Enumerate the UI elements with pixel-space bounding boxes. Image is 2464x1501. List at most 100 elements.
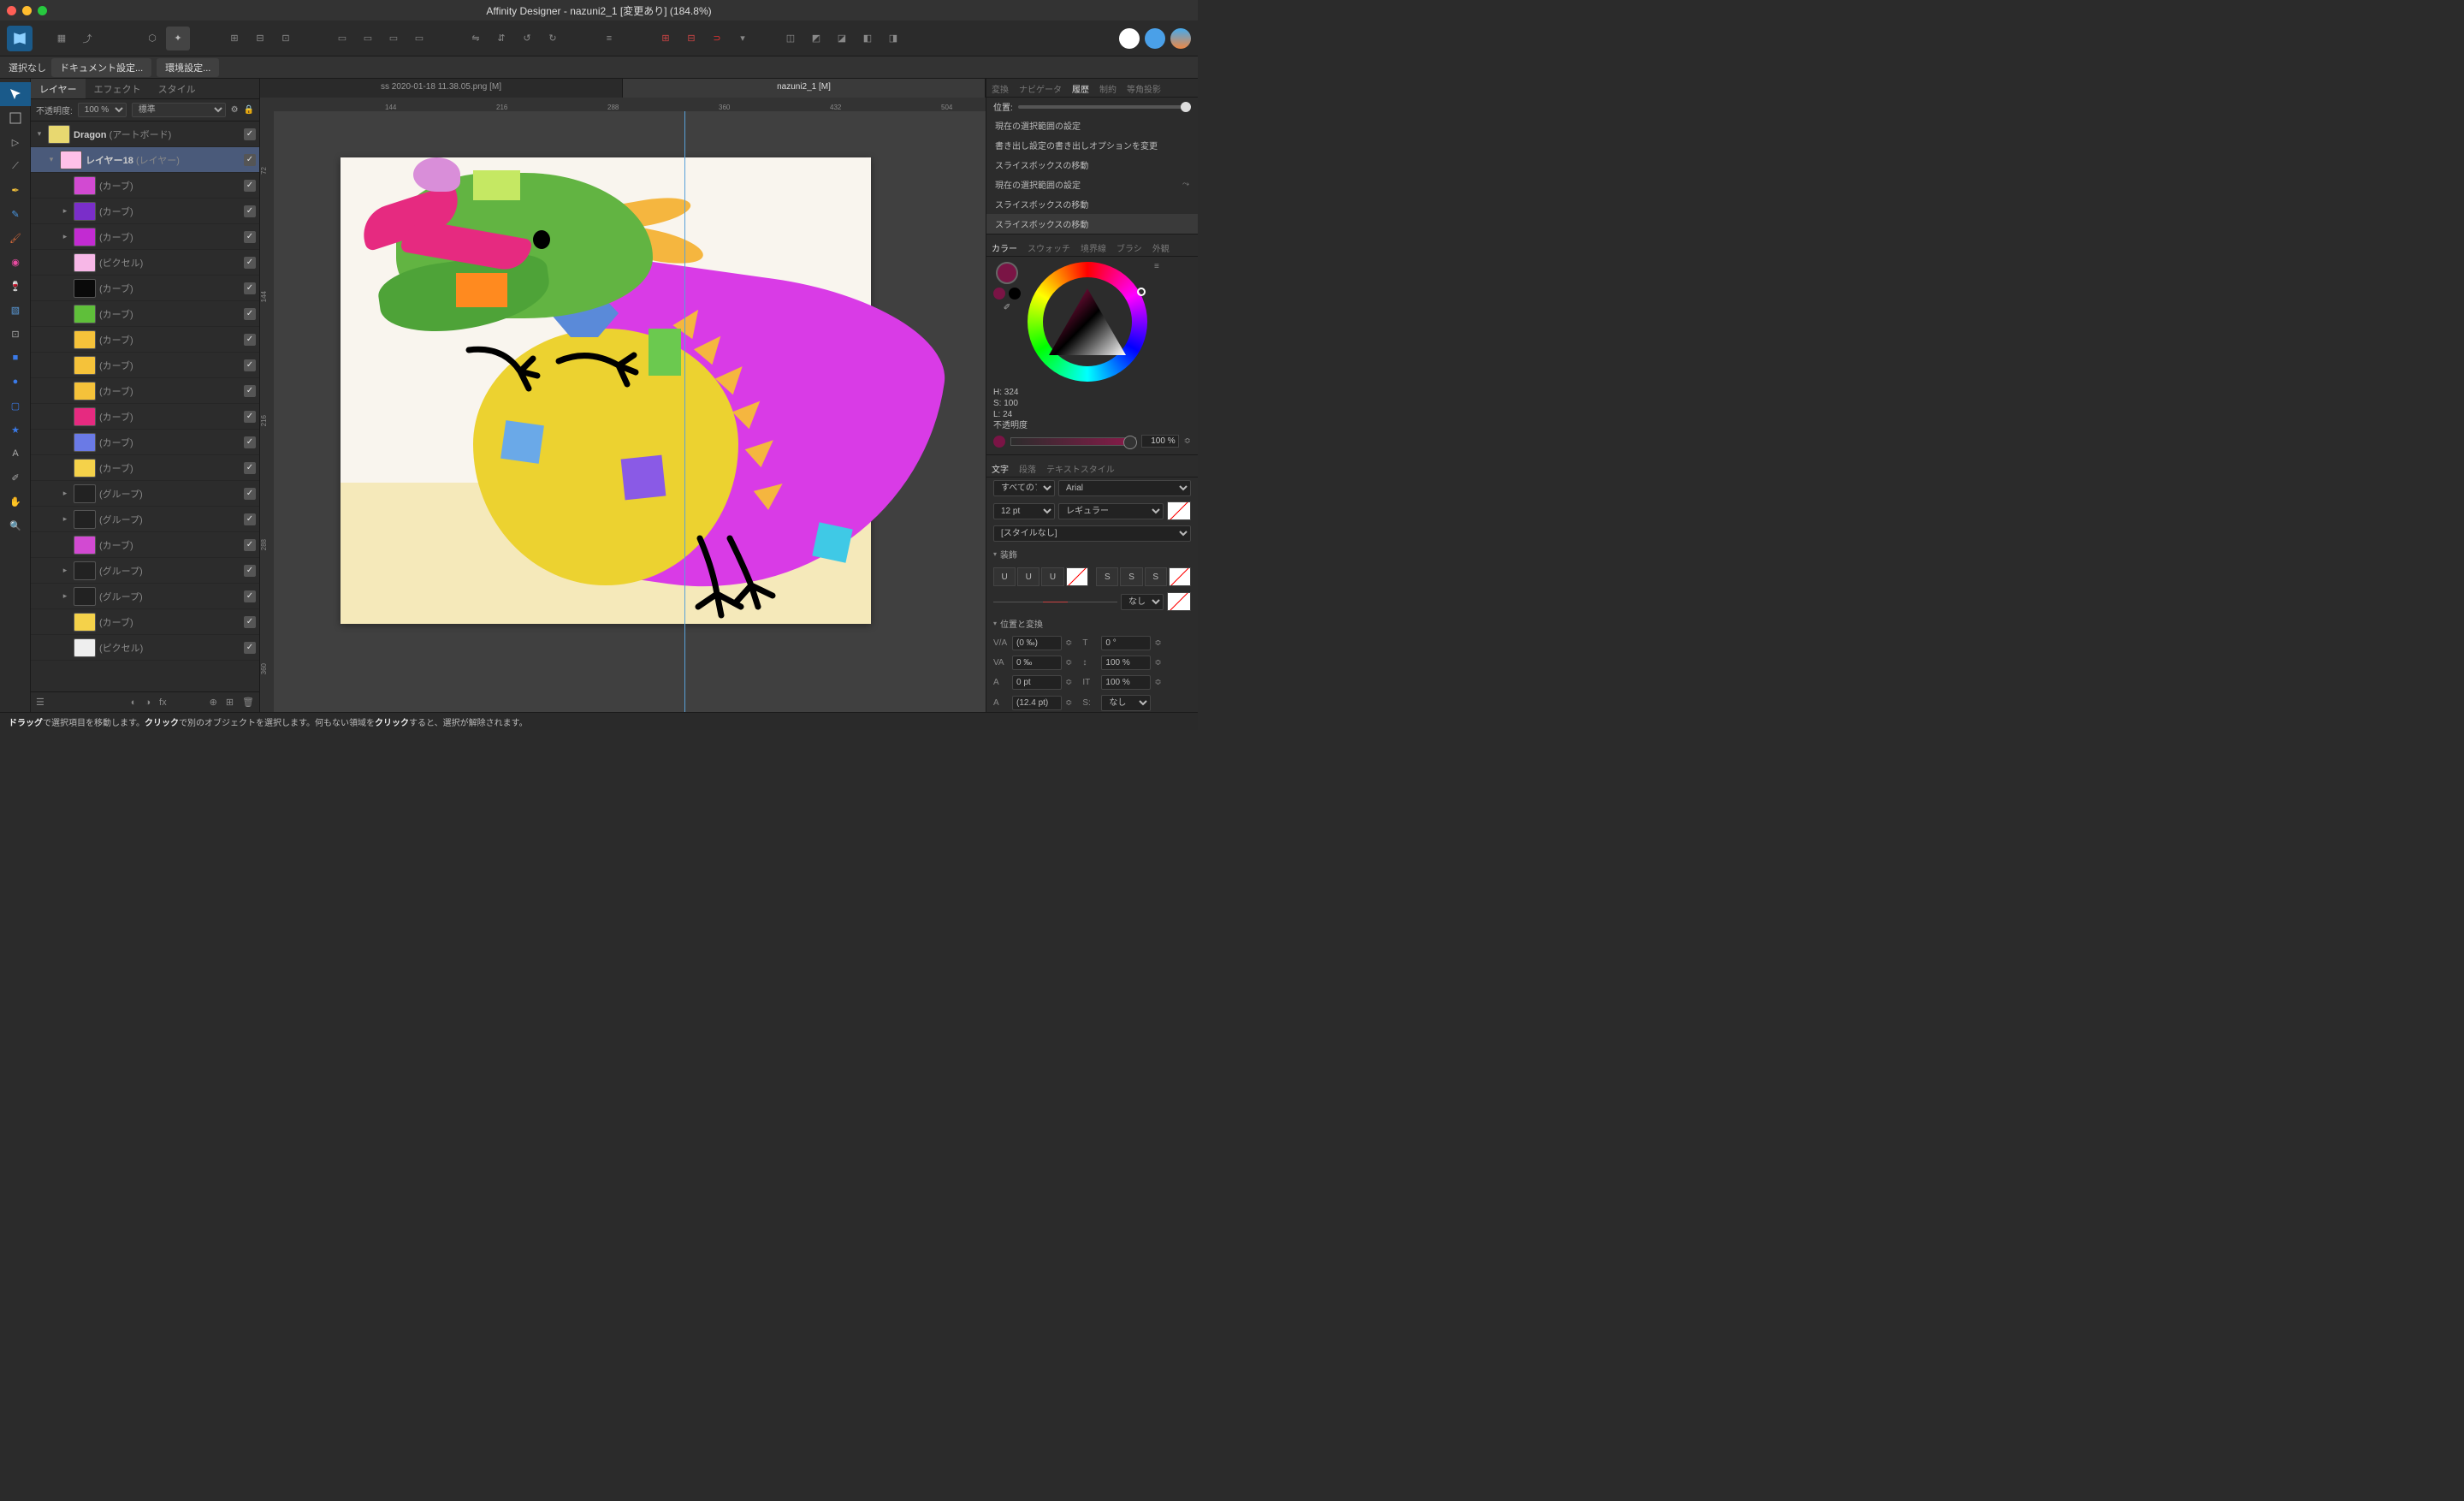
visibility-checkbox[interactable]: ✓ (244, 205, 256, 217)
disclosure-icon[interactable] (60, 335, 70, 345)
layer-thumbnail[interactable] (48, 125, 70, 144)
layer-row[interactable]: ▸ (カーブ) ✓ (31, 199, 259, 224)
help-icon[interactable] (1170, 28, 1191, 49)
history-item[interactable]: スライスボックスの移動 (986, 194, 1198, 214)
history-item[interactable]: スライスボックスの移動 (986, 155, 1198, 175)
underline3-button[interactable]: U (1041, 567, 1063, 586)
right-tab[interactable]: 履歴 (1067, 79, 1094, 97)
zoom-tool[interactable]: 🔍 (0, 513, 31, 537)
color-tab[interactable]: ブラシ (1111, 238, 1147, 256)
snap-options-icon[interactable]: ▾ (731, 27, 755, 50)
tracking-input[interactable] (1012, 636, 1062, 650)
fill-swatch-small[interactable] (993, 288, 1005, 300)
fill-color-swatch[interactable] (996, 262, 1018, 284)
char-tab[interactable]: 段落 (1014, 459, 1041, 477)
rotate-cw-icon[interactable]: ↻ (541, 27, 565, 50)
minimize-window-button[interactable] (22, 6, 32, 15)
history-item[interactable]: 現在の選択範囲の設定⤳ (986, 175, 1198, 194)
layer-thumbnail[interactable] (74, 638, 96, 657)
text-color-none[interactable] (1167, 501, 1191, 520)
layer-row[interactable]: (カーブ) ✓ (31, 173, 259, 199)
arrange-backward-icon[interactable]: ▭ (356, 27, 380, 50)
char-tab[interactable]: 文字 (986, 459, 1014, 477)
corner-tool[interactable]: ⟋ (0, 154, 31, 178)
color-tab[interactable]: 境界線 (1075, 238, 1111, 256)
visibility-checkbox[interactable]: ✓ (244, 180, 256, 192)
strike-none-button[interactable] (1169, 567, 1191, 586)
delete-layer-icon[interactable]: 🗑 (242, 697, 254, 708)
history-slider[interactable] (1018, 105, 1191, 109)
leading-input[interactable] (1012, 696, 1062, 710)
layer-row[interactable]: ▸ (グループ) ✓ (31, 507, 259, 532)
arrange-back-icon[interactable]: ▭ (330, 27, 354, 50)
layer-row[interactable]: ▾ レイヤー18 (レイヤー) ✓ (31, 147, 259, 173)
styles-tab[interactable]: スタイル (150, 79, 204, 98)
disclosure-icon[interactable] (60, 360, 70, 371)
arrange-forward-icon[interactable]: ▭ (382, 27, 406, 50)
layer-thumbnail[interactable] (74, 279, 96, 298)
disclosure-icon[interactable] (60, 412, 70, 422)
layer-thumbnail[interactable] (74, 356, 96, 375)
layer-thumbnail[interactable] (74, 459, 96, 478)
disclosure-icon[interactable] (60, 540, 70, 550)
char-tab[interactable]: テキストスタイル (1041, 459, 1120, 477)
pixel-persona-button[interactable]: ▦ (50, 27, 74, 50)
star-tool[interactable]: ★ (0, 418, 31, 442)
layer-thumbnail[interactable] (74, 587, 96, 606)
brush-tool[interactable]: 🖌 (0, 226, 31, 250)
stepper-icon[interactable]: ≎ (1154, 658, 1161, 667)
position-transform-heading[interactable]: 位置と変換 (986, 614, 1198, 633)
color-wheel[interactable] (1028, 262, 1147, 382)
strike3-button[interactable]: S (1145, 567, 1167, 586)
document-setup-button[interactable]: ドキュメント設定... (51, 58, 151, 77)
bool-divide-icon[interactable]: ◨ (881, 27, 905, 50)
disclosure-icon[interactable]: ▸ (60, 514, 70, 525)
hue-handle[interactable] (1137, 288, 1146, 296)
font-family-select[interactable]: Arial (1058, 480, 1191, 496)
color-tab[interactable]: 外観 (1147, 238, 1175, 256)
disclosure-icon[interactable] (60, 617, 70, 627)
rotate-input[interactable] (1101, 636, 1151, 650)
visibility-checkbox[interactable]: ✓ (244, 154, 256, 166)
visibility-checkbox[interactable]: ✓ (244, 462, 256, 474)
disclosure-icon[interactable]: ▸ (60, 206, 70, 217)
kerning-input[interactable] (1012, 656, 1062, 670)
stepper-icon[interactable]: ≎ (1154, 678, 1161, 687)
disclosure-icon[interactable]: ▸ (60, 489, 70, 499)
baseline-input[interactable] (1012, 675, 1062, 690)
account-icon[interactable] (1119, 28, 1140, 49)
stepper-icon[interactable]: ≎ (1065, 698, 1072, 708)
layer-thumbnail[interactable] (74, 330, 96, 349)
history-item[interactable]: 書き出し設定の書き出しオプションを変更 (986, 135, 1198, 155)
document-tab[interactable]: ss 2020-01-18 11.38.05.png [M] (260, 79, 623, 98)
disclosure-icon[interactable] (60, 258, 70, 268)
deco-color-none[interactable] (1167, 592, 1191, 611)
fx-icon[interactable]: fx (159, 697, 167, 708)
move-anchor-icon[interactable]: ⬡ (140, 27, 164, 50)
rectangle-tool[interactable]: ■ (0, 346, 31, 370)
right-tab[interactable]: 制約 (1094, 79, 1122, 97)
layer-row[interactable]: ▾ Dragon (アートボード) ✓ (31, 122, 259, 147)
opacity-stepper[interactable]: ≎ (1184, 436, 1191, 446)
pen-tool[interactable]: ✒ (0, 178, 31, 202)
snap-pixel-icon[interactable]: ⊟ (248, 27, 272, 50)
rounded-rect-tool[interactable]: ▢ (0, 394, 31, 418)
layer-row[interactable]: (カーブ) ✓ (31, 378, 259, 404)
scale-h-input[interactable] (1101, 656, 1151, 670)
visibility-checkbox[interactable]: ✓ (244, 411, 256, 423)
flip-v-icon[interactable]: ⇵ (489, 27, 513, 50)
layer-thumbnail[interactable] (74, 484, 96, 503)
rotate-ccw-icon[interactable]: ↺ (515, 27, 539, 50)
visibility-checkbox[interactable]: ✓ (244, 282, 256, 294)
right-tab[interactable]: 等角投影 (1122, 79, 1166, 97)
add-layer-icon[interactable]: ⊕ (210, 697, 217, 708)
sync-icon[interactable] (1145, 28, 1165, 49)
visibility-checkbox[interactable]: ✓ (244, 565, 256, 577)
transparency-tool[interactable]: 🍷 (0, 274, 31, 298)
disclosure-icon[interactable] (60, 283, 70, 294)
layer-thumbnail[interactable] (74, 176, 96, 195)
layer-thumbnail[interactable] (74, 407, 96, 426)
disclosure-icon[interactable]: ▾ (34, 129, 44, 139)
eyedropper-tool[interactable]: ✐ (0, 466, 31, 489)
blend-mode-select[interactable]: 標準 (132, 103, 226, 117)
